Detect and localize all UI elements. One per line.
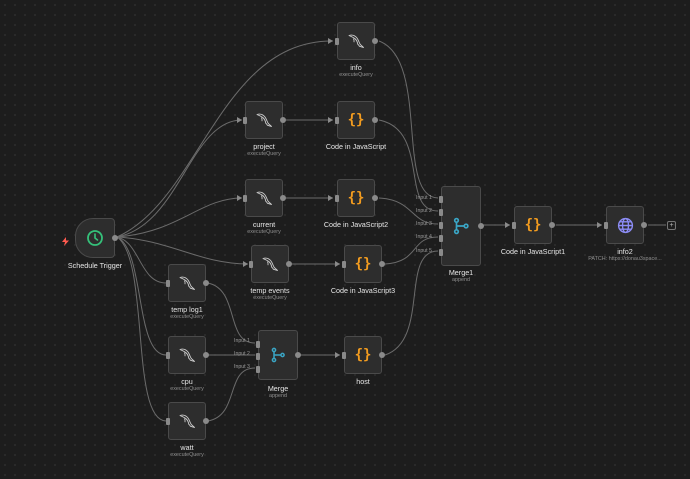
code-braces-icon: {} xyxy=(347,112,365,128)
merge-sub: append xyxy=(269,393,287,399)
code-in-javascript2-label: Code in JavaScript2 xyxy=(323,220,389,229)
merge1-input-2-label: Input 2 xyxy=(416,208,432,214)
output-handle[interactable] xyxy=(286,261,292,267)
merge-icon xyxy=(259,331,297,379)
watt-sub: executeQuery xyxy=(170,452,204,458)
code-in-javascript2-node[interactable]: {} xyxy=(335,179,378,217)
temp-events-node[interactable] xyxy=(249,245,292,283)
code-braces-icon: {} xyxy=(354,256,372,272)
output-handle[interactable] xyxy=(203,280,209,286)
merge-input-3-label: Input 3 xyxy=(234,364,250,370)
project-sub: executeQuery xyxy=(247,151,281,157)
output-handle[interactable] xyxy=(295,352,301,358)
schedule-trigger-label: Schedule Trigger xyxy=(67,261,123,270)
merge1-sub: append xyxy=(452,277,470,283)
globe-icon xyxy=(607,207,643,243)
edge-trigger-tempevents xyxy=(116,236,249,265)
dolphin-icon xyxy=(169,337,205,373)
output-handle[interactable] xyxy=(203,418,209,424)
code-braces-icon: {} xyxy=(524,217,542,233)
info2-sub: PATCH: https://donau3space... xyxy=(588,256,662,262)
output-handle[interactable] xyxy=(112,235,118,241)
code-in-javascript-node[interactable]: {} xyxy=(335,101,378,139)
output-handle[interactable] xyxy=(280,195,286,201)
code-braces-icon: {} xyxy=(347,190,365,206)
cpu-node[interactable] xyxy=(166,336,209,374)
schedule-trigger-node[interactable] xyxy=(75,218,118,258)
merge1-input-4-label: Input 4 xyxy=(416,234,432,240)
output-handle[interactable] xyxy=(203,352,209,358)
watt-label: watt xyxy=(180,443,194,452)
info2-node[interactable] xyxy=(604,206,647,244)
code-in-javascript1-node[interactable]: {} xyxy=(512,206,555,244)
output-handle[interactable] xyxy=(372,117,378,123)
clock-icon xyxy=(76,219,114,257)
output-handle[interactable] xyxy=(372,38,378,44)
output-handle[interactable] xyxy=(379,352,385,358)
temp-log1-node[interactable] xyxy=(166,264,209,302)
current-sub: executeQuery xyxy=(247,229,281,235)
current-node[interactable] xyxy=(243,179,286,217)
host-label: host xyxy=(356,377,370,386)
host-node[interactable]: {} xyxy=(342,336,385,374)
edge-trigger-cpu xyxy=(116,236,167,356)
temp-log1-sub: executeQuery xyxy=(170,314,204,320)
output-handle[interactable] xyxy=(478,223,484,229)
merge-input-1-label: Input 1 xyxy=(234,338,250,344)
merge1-label: Merge1 xyxy=(448,268,474,277)
dolphin-icon xyxy=(169,265,205,301)
dolphin-icon xyxy=(252,246,288,282)
dolphin-icon xyxy=(246,102,282,138)
merge1-input-1-label: Input 1 xyxy=(416,195,432,201)
info-sub: executeQuery xyxy=(339,72,373,78)
output-handle[interactable] xyxy=(372,195,378,201)
code-in-javascript3-node[interactable]: {} xyxy=(342,245,385,283)
output-handle[interactable] xyxy=(641,222,647,228)
bolt-icon xyxy=(62,233,69,251)
code-braces-icon: {} xyxy=(354,347,372,363)
output-handle[interactable] xyxy=(280,117,286,123)
output-handle[interactable] xyxy=(379,261,385,267)
dolphin-icon xyxy=(169,403,205,439)
dolphin-icon xyxy=(338,23,374,59)
code-in-javascript-label: Code in JavaScript xyxy=(325,142,387,151)
add-node-button[interactable]: + xyxy=(667,221,676,230)
info-node[interactable] xyxy=(335,22,378,60)
temp-events-sub: executeQuery xyxy=(253,295,287,301)
dolphin-icon xyxy=(246,180,282,216)
merge1-input-5-label: Input 5 xyxy=(416,248,432,254)
code-in-javascript3-label: Code in JavaScript3 xyxy=(330,286,396,295)
info-label: info xyxy=(350,63,362,72)
merge-input-2-label: Input 2 xyxy=(234,351,250,357)
workflow-canvas[interactable]: Schedule Trigger info executeQuery proje… xyxy=(0,0,690,479)
watt-node[interactable] xyxy=(166,402,209,440)
output-handle[interactable] xyxy=(549,222,555,228)
edge-host-merge1 xyxy=(384,250,439,356)
merge-node[interactable] xyxy=(256,330,301,380)
temp-log1-label: temp log1 xyxy=(171,305,203,314)
info2-label: info2 xyxy=(617,247,633,256)
project-node[interactable] xyxy=(243,101,286,139)
merge1-input-3-label: Input 3 xyxy=(416,221,432,227)
